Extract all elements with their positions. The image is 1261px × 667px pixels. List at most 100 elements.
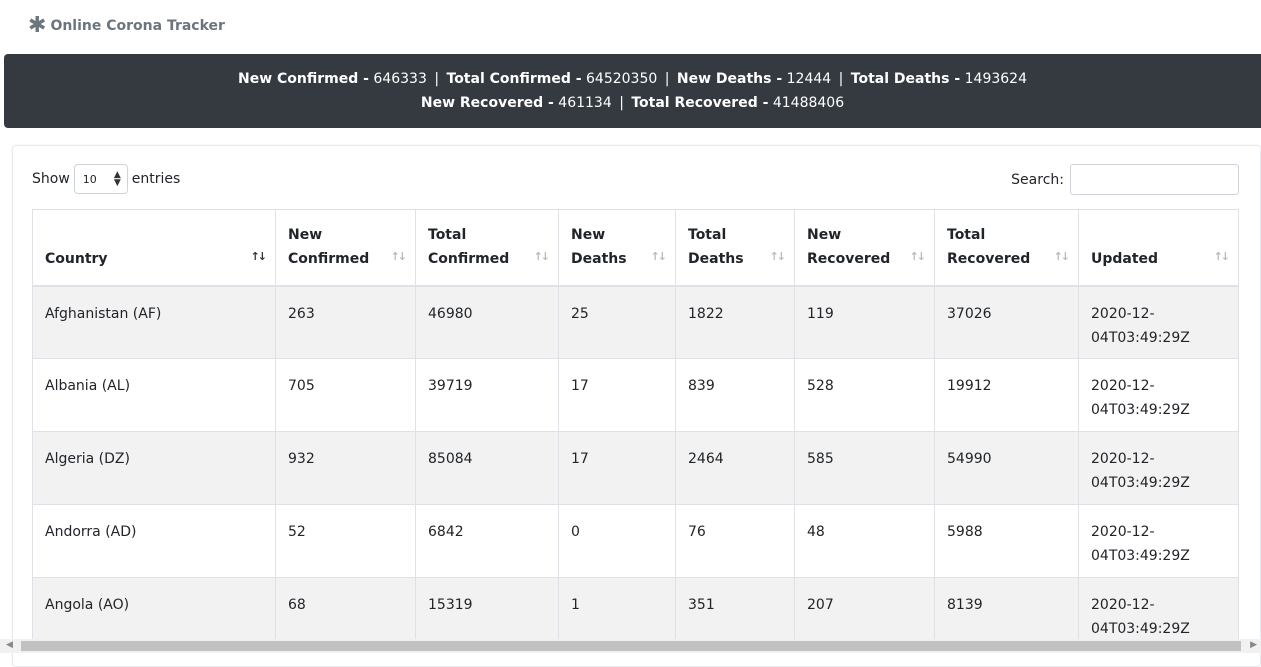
new-recovered-value: 461134 — [558, 95, 612, 111]
page-length-select[interactable]: 10 ▲ ▼ — [73, 164, 128, 194]
scroll-right-icon[interactable]: ▶ — [1250, 640, 1257, 650]
total-recovered-label: Total Recovered - — [631, 95, 769, 111]
table-row: Andorra (AD) 52 6842 0 76 48 5988 2020-1… — [32, 504, 1239, 578]
header-text: Confirmed — [288, 250, 370, 267]
total-confirmed-cell: 85084 — [415, 431, 559, 505]
new-deaths-value: 12444 — [786, 71, 832, 87]
total-recovered-cell: 54990 — [934, 431, 1079, 505]
separator: | — [664, 71, 670, 87]
summary-line-2: New Recovered - 461134 | Total Recovered… — [4, 91, 1261, 115]
total-deaths-cell: 839 — [675, 358, 795, 432]
scroll-left-icon[interactable]: ◀ — [6, 640, 13, 650]
page-length-control: Show 10 ▲ ▼ entries — [32, 164, 180, 194]
sort-ascending-icon: ↑↓ — [250, 249, 268, 263]
total-deaths-cell: 76 — [675, 504, 795, 578]
column-header-new-confirmed[interactable]: New Confirmed ↑↓ — [275, 209, 416, 287]
country-cell: Afghanistan (AF) — [32, 285, 276, 359]
country-cell: Andorra (AD) — [32, 504, 276, 578]
total-recovered-value: 41488406 — [772, 95, 845, 111]
total-confirmed-value: 64520350 — [586, 71, 658, 87]
scrollbar-thumb[interactable] — [21, 641, 1241, 651]
new-deaths-label: New Deaths - — [676, 71, 783, 87]
total-confirmed-cell: 39719 — [415, 358, 559, 432]
total-confirmed-label: Total Confirmed - — [446, 71, 582, 87]
separator: | — [838, 71, 844, 87]
new-confirmed-cell: 52 — [275, 504, 416, 578]
total-recovered-cell: 19912 — [934, 358, 1079, 432]
column-header-new-deaths[interactable]: New Deaths ↑↓ — [558, 209, 676, 287]
column-header-new-recovered[interactable]: New Recovered ↑↓ — [794, 209, 935, 287]
sort-icon: ↑↓ — [533, 249, 551, 263]
total-confirmed-cell: 46980 — [415, 285, 559, 359]
header-text: Recovered — [807, 250, 891, 267]
global-summary-banner: New Confirmed - 646333 | Total Confirmed… — [4, 54, 1261, 128]
table-row: Albania (AL) 705 39719 17 839 528 19912 … — [32, 358, 1239, 432]
new-recovered-cell: 528 — [794, 358, 935, 432]
header-text: Deaths — [571, 250, 627, 267]
updated-cell: 2020-12- 04T03:49:29Z — [1078, 504, 1239, 578]
total-deaths-label: Total Deaths - — [850, 71, 961, 87]
new-recovered-cell: 585 — [794, 431, 935, 505]
updated-time: 04T03:49:29Z — [1091, 548, 1190, 564]
header-text: New — [288, 226, 323, 243]
sort-icon: ↑↓ — [390, 249, 408, 263]
header-text: Updated — [1091, 250, 1159, 267]
country-table: Country ↑↓ New Confirmed ↑↓ Total Confirmed ↑… — [32, 209, 1239, 651]
separator: | — [434, 71, 440, 87]
header-text: New — [571, 226, 606, 243]
table-row: Afghanistan (AF) 263 46980 25 1822 119 3… — [32, 285, 1239, 359]
sort-icon: ↑↓ — [650, 249, 668, 263]
search-control: Search: — [1011, 164, 1239, 195]
country-cell: Algeria (DZ) — [32, 431, 276, 505]
brand[interactable]: ✱ Online Corona Tracker — [28, 14, 225, 38]
total-recovered-cell: 5988 — [934, 504, 1079, 578]
column-header-country[interactable]: Country ↑↓ — [32, 209, 276, 287]
total-recovered-cell: 37026 — [934, 285, 1079, 359]
total-deaths-cell: 1822 — [675, 285, 795, 359]
updated-time: 04T03:49:29Z — [1091, 329, 1190, 346]
column-header-total-recovered[interactable]: Total Recovered ↑↓ — [934, 209, 1079, 287]
updated-cell: 2020-12- 04T03:49:29Z — [1078, 285, 1239, 359]
header-text: Confirmed — [428, 250, 510, 267]
header-text: New — [807, 226, 842, 243]
new-recovered-cell: 119 — [794, 285, 935, 359]
updated-cell: 2020-12- 04T03:49:29Z — [1078, 358, 1239, 432]
column-header-total-deaths[interactable]: Total Deaths ↑↓ — [675, 209, 795, 287]
summary-line-1: New Confirmed - 646333 | Total Confirmed… — [4, 67, 1261, 91]
updated-time: 04T03:49:29Z — [1091, 621, 1190, 637]
new-confirmed-cell: 705 — [275, 358, 416, 432]
show-label: Show — [32, 171, 70, 187]
column-header-total-confirmed[interactable]: Total Confirmed ↑↓ — [415, 209, 559, 287]
search-label: Search: — [1011, 171, 1064, 188]
select-arrows-icon: ▲ ▼ — [113, 170, 121, 188]
total-deaths-cell: 2464 — [675, 431, 795, 505]
new-recovered-cell: 48 — [794, 504, 935, 578]
entries-label: entries — [131, 171, 181, 187]
country-cell: Albania (AL) — [32, 358, 276, 432]
search-input[interactable] — [1070, 164, 1239, 195]
new-deaths-cell: 25 — [558, 285, 676, 359]
asterisk-icon: ✱ — [28, 13, 47, 38]
column-header-updated[interactable]: Updated ↑↓ — [1078, 209, 1239, 287]
updated-date: 2020-12- — [1091, 597, 1155, 613]
header-text: Deaths — [688, 250, 744, 267]
total-confirmed-cell: 6842 — [415, 504, 559, 578]
new-deaths-cell: 0 — [558, 504, 676, 578]
header-row: Country ↑↓ New Confirmed ↑↓ Total Confirmed ↑… — [32, 209, 1239, 287]
new-deaths-cell: 17 — [558, 431, 676, 505]
updated-time: 04T03:49:29Z — [1091, 402, 1190, 418]
table-row: Algeria (DZ) 932 85084 17 2464 585 54990… — [32, 431, 1239, 505]
header-text: Recovered — [947, 250, 1031, 267]
sort-icon: ↑↓ — [909, 249, 927, 263]
sort-icon: ↑↓ — [769, 249, 787, 263]
new-deaths-cell: 17 — [558, 358, 676, 432]
updated-date: 2020-12- — [1091, 451, 1155, 467]
total-deaths-value: 1493624 — [964, 71, 1027, 87]
sort-icon: ↑↓ — [1053, 249, 1071, 263]
header-text: Total — [947, 226, 986, 243]
horizontal-scrollbar[interactable]: ◀ ▶ — [0, 639, 1261, 653]
new-confirmed-cell: 263 — [275, 285, 416, 359]
brand-title: Online Corona Tracker — [50, 18, 225, 34]
separator: | — [619, 95, 624, 111]
sort-icon: ↑↓ — [1213, 249, 1231, 263]
